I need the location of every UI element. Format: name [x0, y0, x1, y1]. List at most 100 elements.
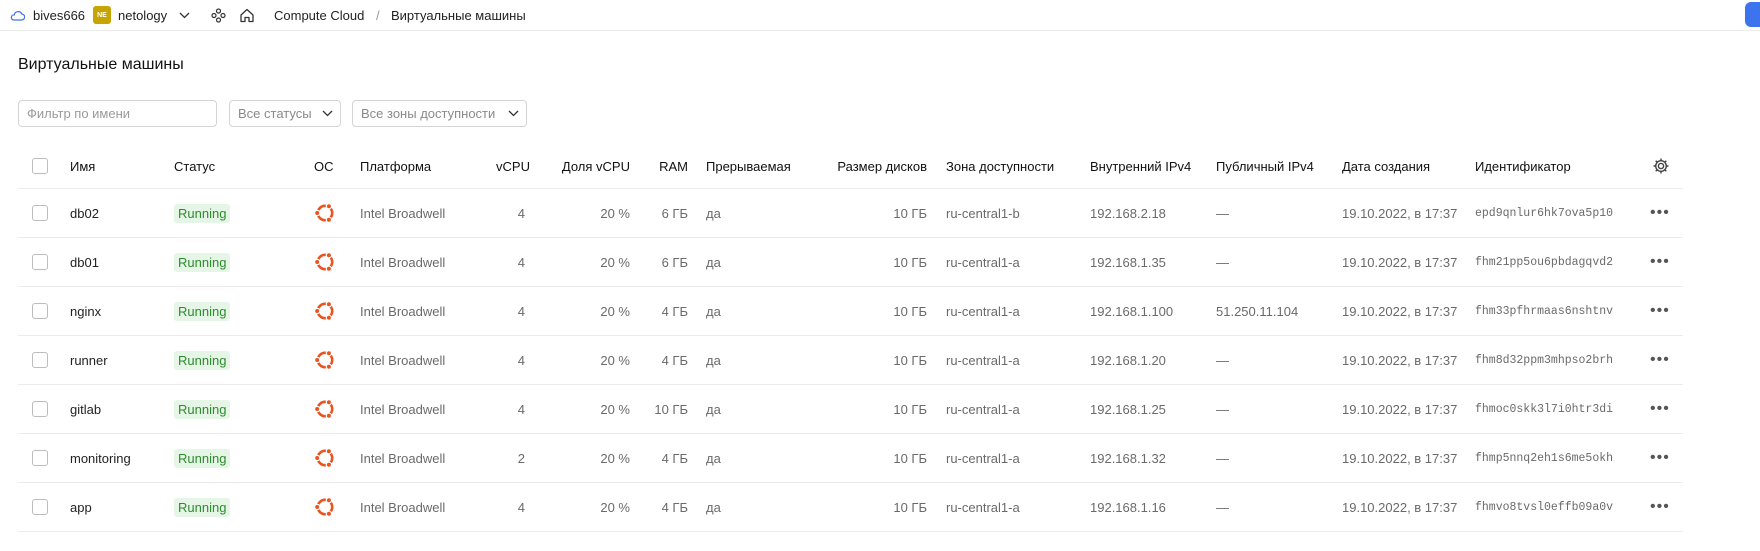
platform-cell: Intel Broadwell — [360, 303, 446, 319]
col-header-internal-ip[interactable]: Внутренний IPv4 — [1090, 144, 1191, 188]
vm-table: Имя Статус ОС Платформа vCPU Доля vCPU R… — [18, 144, 1683, 532]
status-cell: Running — [174, 434, 231, 482]
preemptible-cell: да — [706, 303, 721, 319]
preemptible-cell: да — [706, 450, 721, 466]
vm-id-cell: fhmp5nnq2eh1s6me5okh — [1475, 451, 1614, 465]
row-actions-button[interactable]: ••• — [1650, 434, 1670, 482]
corner-button[interactable] — [1745, 2, 1760, 27]
status-filter-value: Все статусы — [238, 106, 312, 121]
col-header-status[interactable]: Статус — [174, 144, 215, 188]
cloud-selector[interactable]: bives666 — [33, 0, 85, 30]
table-row[interactable]: app Running Intel Broadwell 4 20 % 4 ГБ … — [18, 483, 1683, 532]
vm-name[interactable]: app — [70, 483, 92, 531]
col-header-public-ip[interactable]: Публичный IPv4 — [1216, 144, 1314, 188]
row-actions-button[interactable]: ••• — [1650, 385, 1670, 433]
internal-ip-cell: 192.168.1.35 — [1090, 254, 1166, 270]
zone-cell: ru-central1-a — [946, 352, 1020, 368]
vm-id-cell: fhm8d32ppm3mhpso2brh — [1475, 353, 1614, 367]
vcpu-share-cell: 20 % — [600, 401, 630, 417]
row-checkbox-cell — [32, 385, 48, 433]
home-icon[interactable] — [239, 0, 255, 30]
table-row[interactable]: gitlab Running Intel Broadwell 4 20 % 10… — [18, 385, 1683, 434]
vm-name[interactable]: monitoring — [70, 434, 131, 482]
col-header-zone[interactable]: Зона доступности — [946, 144, 1054, 188]
zone-cell: ru-central1-a — [946, 401, 1020, 417]
created-cell: 19.10.2022, в 17:37 — [1342, 205, 1458, 221]
row-checkbox[interactable] — [32, 401, 48, 417]
zone-cell: ru-central1-a — [946, 303, 1020, 319]
org-badge: NE — [93, 6, 111, 24]
row-checkbox-cell — [32, 483, 48, 531]
ubuntu-icon — [313, 287, 337, 335]
name-filter-input[interactable] — [18, 100, 217, 127]
org-selector[interactable]: netology — [118, 0, 167, 30]
col-header-id[interactable]: Идентификатор — [1475, 144, 1571, 188]
internal-ip-cell: 192.168.1.100 — [1090, 303, 1174, 319]
gear-icon[interactable] — [1652, 144, 1670, 188]
vm-name[interactable]: db02 — [70, 189, 99, 237]
row-actions-button[interactable]: ••• — [1650, 336, 1670, 384]
col-header-platform[interactable]: Платформа — [360, 144, 431, 188]
col-header-created[interactable]: Дата создания — [1342, 144, 1430, 188]
disk-size-cell: 10 ГБ — [893, 499, 927, 515]
col-header-ram[interactable]: RAM — [640, 144, 688, 188]
col-header-vcpu[interactable]: vCPU — [473, 144, 530, 188]
zone-filter-value: Все зоны доступности — [361, 106, 496, 121]
ubuntu-icon — [313, 336, 337, 384]
platform-cell: Intel Broadwell — [360, 401, 446, 417]
zone-cell: ru-central1-a — [946, 450, 1020, 466]
row-checkbox[interactable] — [32, 205, 48, 221]
public-ip-cell: — — [1216, 352, 1229, 368]
vm-name[interactable]: runner — [70, 336, 108, 384]
internal-ip-cell: 192.168.1.16 — [1090, 499, 1166, 515]
disk-size-cell: 10 ГБ — [893, 205, 927, 221]
row-actions-button[interactable]: ••• — [1650, 483, 1670, 531]
row-checkbox[interactable] — [32, 303, 48, 319]
table-row[interactable]: monitoring Running Intel Broadwell 2 20 … — [18, 434, 1683, 483]
vm-name[interactable]: gitlab — [70, 385, 101, 433]
vm-id-cell: fhm21pp5ou6pbdagqvd2 — [1475, 255, 1614, 269]
ubuntu-icon — [313, 189, 337, 237]
public-ip-cell: — — [1216, 401, 1229, 417]
table-row[interactable]: db02 Running Intel Broadwell 4 20 % 6 ГБ… — [18, 189, 1683, 238]
vm-id-cell: fhmoc0skk3l7i0htr3di — [1475, 402, 1614, 416]
status-filter-select[interactable]: Все статусы — [229, 100, 341, 127]
select-all-checkbox-cell — [32, 144, 48, 188]
col-header-os[interactable]: ОС — [314, 144, 334, 188]
vcpu-cell: 4 — [517, 352, 525, 368]
row-actions-button[interactable]: ••• — [1650, 189, 1670, 237]
row-checkbox-cell — [32, 336, 48, 384]
services-icon[interactable] — [211, 0, 226, 30]
vcpu-share-cell: 20 % — [600, 254, 630, 270]
table-row[interactable]: runner Running Intel Broadwell 4 20 % 4 … — [18, 336, 1683, 385]
preemptible-cell: да — [706, 254, 721, 270]
row-checkbox[interactable] — [32, 254, 48, 270]
ram-cell: 4 ГБ — [661, 450, 688, 466]
table-row[interactable]: nginx Running Intel Broadwell 4 20 % 4 Г… — [18, 287, 1683, 336]
breadcrumb-service[interactable]: Compute Cloud — [274, 0, 364, 30]
row-checkbox[interactable] — [32, 450, 48, 466]
row-actions-button[interactable]: ••• — [1650, 238, 1670, 286]
ram-cell: 4 ГБ — [661, 352, 688, 368]
chevron-down-icon[interactable] — [179, 0, 190, 30]
zone-filter-select[interactable]: Все зоны доступности — [352, 100, 527, 127]
row-actions-button[interactable]: ••• — [1650, 287, 1670, 335]
vcpu-cell: 4 — [517, 303, 525, 319]
col-header-preemptible[interactable]: Прерываемая — [706, 144, 791, 188]
col-header-vcpu-share[interactable]: Доля vCPU — [540, 144, 630, 188]
row-checkbox[interactable] — [32, 352, 48, 368]
vm-name[interactable]: nginx — [70, 287, 101, 335]
select-all-checkbox[interactable] — [32, 158, 48, 174]
cloud-icon — [10, 0, 25, 30]
internal-ip-cell: 192.168.2.18 — [1090, 205, 1166, 221]
col-header-disk-size[interactable]: Размер дисков — [808, 144, 927, 188]
preemptible-cell: да — [706, 205, 721, 221]
row-checkbox[interactable] — [32, 499, 48, 515]
ubuntu-icon — [313, 238, 337, 286]
col-header-name[interactable]: Имя — [70, 144, 95, 188]
vcpu-cell: 4 — [517, 401, 525, 417]
vm-name[interactable]: db01 — [70, 238, 99, 286]
vcpu-share-cell: 20 % — [600, 499, 630, 515]
vcpu-share-cell: 20 % — [600, 450, 630, 466]
table-row[interactable]: db01 Running Intel Broadwell 4 20 % 6 ГБ… — [18, 238, 1683, 287]
